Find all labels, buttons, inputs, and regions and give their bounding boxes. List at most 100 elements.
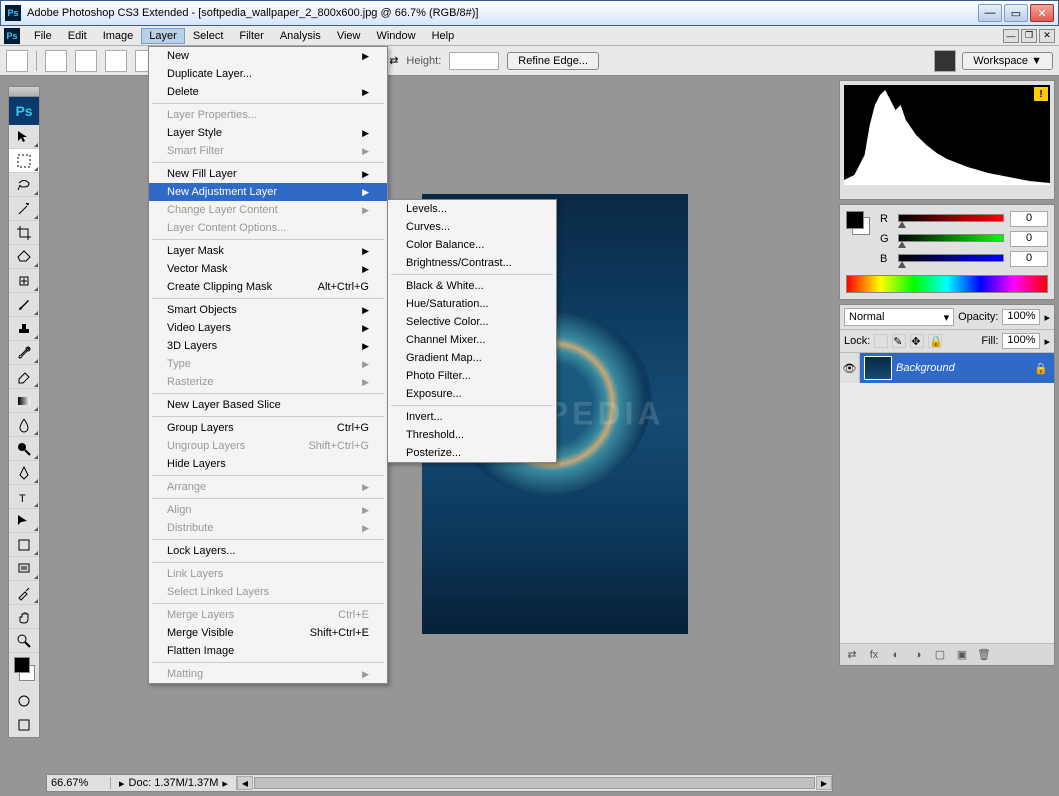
channel-value[interactable]: 0 — [1010, 211, 1048, 227]
path-selection-tool[interactable] — [9, 509, 39, 533]
adjustment-layer-icon[interactable]: ◑ — [910, 647, 926, 663]
menu-item-flatten-image[interactable]: Flatten Image — [149, 642, 387, 660]
menu-item-new-adjustment-layer[interactable]: New Adjustment Layer▶ — [149, 183, 387, 201]
scroll-thumb[interactable] — [254, 777, 815, 789]
eraser-tool[interactable] — [9, 365, 39, 389]
menu-item-video-layers[interactable]: Video Layers▶ — [149, 319, 387, 337]
channel-slider[interactable] — [898, 254, 1004, 264]
menu-item-hue-saturation[interactable]: Hue/Saturation... — [388, 295, 556, 313]
menu-item-posterize[interactable]: Posterize... — [388, 444, 556, 462]
notes-tool[interactable] — [9, 557, 39, 581]
opacity-flyout[interactable]: ▸ — [1044, 311, 1050, 324]
channel-slider[interactable] — [898, 234, 1004, 244]
foreground-color-swatch[interactable] — [14, 657, 30, 673]
crop-tool[interactable] — [9, 221, 39, 245]
menu-help[interactable]: Help — [424, 28, 463, 44]
dodge-tool[interactable] — [9, 437, 39, 461]
zoom-level[interactable]: 66.67% — [47, 777, 111, 789]
channel-value[interactable]: 0 — [1010, 251, 1048, 267]
doc-info[interactable]: ▸Doc: 1.37M/1.37M▸ — [111, 777, 236, 790]
pen-tool[interactable] — [9, 461, 39, 485]
menu-item-curves[interactable]: Curves... — [388, 218, 556, 236]
lock-all-icon[interactable]: 🔒 — [928, 334, 942, 348]
minimize-button[interactable]: — — [978, 4, 1002, 22]
menu-filter[interactable]: Filter — [231, 28, 271, 44]
menu-item-levels[interactable]: Levels... — [388, 200, 556, 218]
lock-image-icon[interactable]: ✎ — [892, 334, 906, 348]
toolbox-grip[interactable] — [9, 87, 39, 97]
lock-position-icon[interactable]: ✥ — [910, 334, 924, 348]
maximize-button[interactable]: ▭ — [1004, 4, 1028, 22]
menu-item-new-layer-based-slice[interactable]: New Layer Based Slice — [149, 396, 387, 414]
menu-item-group-layers[interactable]: Group LayersCtrl+G — [149, 419, 387, 437]
selection-new-icon[interactable] — [45, 50, 67, 72]
channel-slider[interactable] — [898, 214, 1004, 224]
fill-input[interactable]: 100% — [1002, 333, 1040, 349]
history-brush-tool[interactable] — [9, 341, 39, 365]
type-tool[interactable]: T — [9, 485, 39, 509]
menu-item-new-fill-layer[interactable]: New Fill Layer▶ — [149, 165, 387, 183]
blur-tool[interactable] — [9, 413, 39, 437]
horizontal-scrollbar[interactable]: ◀ ▶ — [236, 776, 832, 790]
menu-item-lock-layers[interactable]: Lock Layers... — [149, 542, 387, 560]
blend-mode-select[interactable]: Normal▾ — [844, 308, 954, 326]
new-layer-icon[interactable]: ▣ — [954, 647, 970, 663]
menu-edit[interactable]: Edit — [60, 28, 95, 44]
menu-view[interactable]: View — [329, 28, 369, 44]
doc-close-button[interactable]: ✕ — [1039, 29, 1055, 43]
slice-tool[interactable] — [9, 245, 39, 269]
menu-item-gradient-map[interactable]: Gradient Map... — [388, 349, 556, 367]
menu-item-black-white[interactable]: Black & White... — [388, 277, 556, 295]
menu-item-selective-color[interactable]: Selective Color... — [388, 313, 556, 331]
layer-mask-icon[interactable]: ◐ — [888, 647, 904, 663]
menu-item-photo-filter[interactable]: Photo Filter... — [388, 367, 556, 385]
menu-select[interactable]: Select — [185, 28, 232, 44]
selection-add-icon[interactable] — [75, 50, 97, 72]
fill-flyout[interactable]: ▸ — [1044, 335, 1050, 348]
tool-preset-icon[interactable] — [6, 50, 28, 72]
menu-file[interactable]: File — [26, 28, 60, 44]
menu-item-new[interactable]: New▶ — [149, 47, 387, 65]
menu-item-merge-visible[interactable]: Merge VisibleShift+Ctrl+E — [149, 624, 387, 642]
refine-edge-button[interactable]: Refine Edge... — [507, 52, 599, 70]
menu-item-hide-layers[interactable]: Hide Layers — [149, 455, 387, 473]
scroll-right-button[interactable]: ▶ — [816, 776, 832, 790]
menu-image[interactable]: Image — [95, 28, 142, 44]
menu-layer[interactable]: Layer — [141, 28, 185, 44]
fg-swatch[interactable] — [846, 211, 864, 229]
bridge-icon[interactable] — [934, 50, 956, 72]
menu-item-layer-style[interactable]: Layer Style▶ — [149, 124, 387, 142]
workspace-button[interactable]: Workspace ▼ — [962, 52, 1053, 70]
layer-style-icon[interactable]: fx — [866, 647, 882, 663]
layer-thumbnail[interactable] — [864, 356, 892, 380]
menu-item-duplicate-layer[interactable]: Duplicate Layer... — [149, 65, 387, 83]
opacity-input[interactable]: 100% — [1002, 309, 1040, 325]
screen-mode-button[interactable] — [9, 713, 39, 737]
visibility-icon[interactable]: 👁 — [840, 353, 860, 383]
eyedropper-tool[interactable] — [9, 581, 39, 605]
color-spectrum[interactable] — [846, 275, 1048, 293]
shape-tool[interactable] — [9, 533, 39, 557]
scroll-left-button[interactable]: ◀ — [237, 776, 253, 790]
menu-item-invert[interactable]: Invert... — [388, 408, 556, 426]
menu-item-color-balance[interactable]: Color Balance... — [388, 236, 556, 254]
lock-transparency-icon[interactable] — [874, 334, 888, 348]
menu-item-brightness-contrast[interactable]: Brightness/Contrast... — [388, 254, 556, 272]
doc-minimize-button[interactable]: — — [1003, 29, 1019, 43]
new-group-icon[interactable]: ▢ — [932, 647, 948, 663]
wand-tool[interactable] — [9, 197, 39, 221]
menu-item-3d-layers[interactable]: 3D Layers▶ — [149, 337, 387, 355]
hand-tool[interactable] — [9, 605, 39, 629]
layer-row[interactable]: 👁 Background 🔒 — [840, 353, 1054, 383]
channel-value[interactable]: 0 — [1010, 231, 1048, 247]
move-tool[interactable] — [9, 125, 39, 149]
marquee-tool[interactable] — [9, 149, 39, 173]
quick-mask-button[interactable] — [9, 689, 39, 713]
menu-item-threshold[interactable]: Threshold... — [388, 426, 556, 444]
menu-analysis[interactable]: Analysis — [272, 28, 329, 44]
menu-item-delete[interactable]: Delete▶ — [149, 83, 387, 101]
delete-layer-icon[interactable]: 🗑 — [976, 647, 992, 663]
color-swatches[interactable] — [9, 653, 39, 689]
close-button[interactable]: ✕ — [1030, 4, 1054, 22]
menu-item-vector-mask[interactable]: Vector Mask▶ — [149, 260, 387, 278]
